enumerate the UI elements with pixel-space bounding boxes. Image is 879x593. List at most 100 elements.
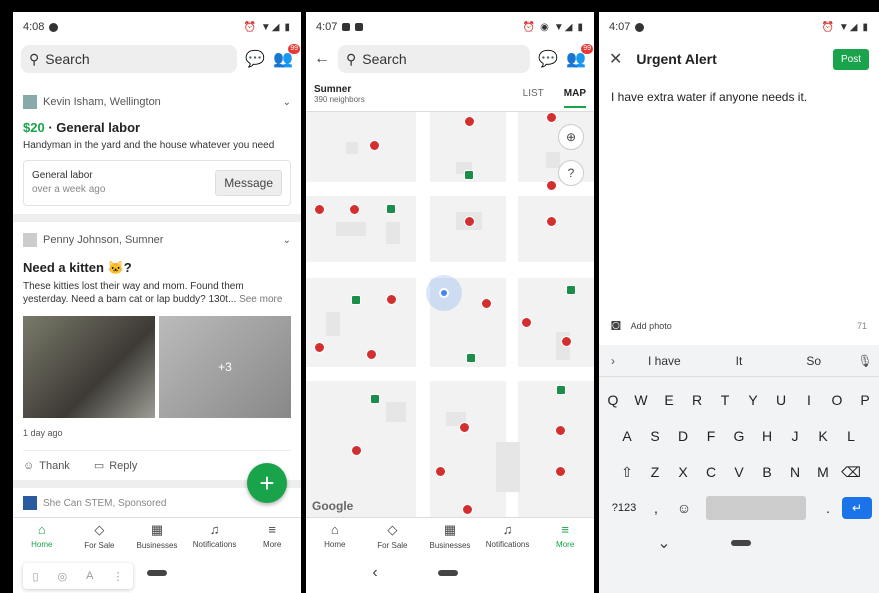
help-icon[interactable]: ? [558, 160, 584, 186]
more-vert-icon[interactable]: ⋮ [112, 570, 123, 583]
key[interactable]: O [823, 387, 851, 413]
nav-home[interactable]: ⌂ Home [14, 518, 70, 553]
mic-icon[interactable]: 🎙 [851, 354, 879, 368]
location-icon: ◉ [540, 21, 550, 33]
key[interactable]: N [781, 459, 809, 485]
suggestion[interactable]: It [702, 354, 777, 368]
key[interactable]: G [725, 423, 753, 449]
back-arrow-icon[interactable]: ← [314, 50, 330, 68]
avatar [23, 233, 37, 247]
reply-icon: ▭ [93, 460, 105, 472]
key[interactable]: R [683, 387, 711, 413]
post-button[interactable]: Post [832, 48, 869, 70]
home-pill[interactable] [730, 540, 751, 546]
key[interactable]: V [725, 459, 753, 485]
home-pill[interactable] [147, 570, 167, 576]
key[interactable]: C [697, 459, 725, 485]
back-icon[interactable]: ‹ [372, 564, 377, 582]
reply-button[interactable]: ▭ Reply [93, 459, 138, 473]
key[interactable]: M [809, 459, 837, 485]
key[interactable]: P [851, 387, 879, 413]
key[interactable]: I [795, 387, 823, 413]
post-author: Penny Johnson, Sumner [43, 234, 164, 246]
nav-home[interactable]: ⌂ Home [307, 518, 363, 553]
key[interactable]: K [809, 423, 837, 449]
nav-more[interactable]: ≡ More [537, 518, 593, 553]
bottom-nav: ⌂ Home ◇ For Sale ▦ Businesses ♫ Notificatio… [306, 517, 594, 553]
chevron-down-icon[interactable]: ⌄ [283, 97, 291, 108]
nav-notifications[interactable]: ♫ Notifications [480, 518, 536, 553]
nav-businesses[interactable]: ▦ Businesses [129, 518, 185, 553]
feed[interactable]: Kevin Isham, Wellington ⌄ $20 · General l… [13, 84, 301, 517]
key[interactable]: B [753, 459, 781, 485]
current-location-marker[interactable] [426, 275, 462, 311]
chat-icon[interactable]: 💬 [538, 49, 558, 69]
emoji-icon[interactable]: ☺ [670, 495, 698, 521]
nav-more[interactable]: ≡ More [244, 518, 300, 553]
add-post-button[interactable]: + [247, 463, 287, 503]
locate-me-icon[interactable]: ⊕ [558, 124, 584, 150]
kitten-photo[interactable] [23, 316, 155, 418]
comma-key[interactable]: , [642, 495, 670, 521]
key[interactable]: D [669, 423, 697, 449]
chat-icon[interactable]: 💬 [245, 49, 265, 69]
key[interactable]: Q [599, 387, 627, 413]
message-textarea[interactable]: I have extra water if anyone needs it. [599, 76, 879, 118]
shift-icon[interactable]: ⇧ [613, 459, 641, 485]
chevron-right-icon[interactable]: › [599, 354, 627, 368]
chevron-down-icon[interactable]: ⌄ [657, 533, 670, 553]
key[interactable]: T [711, 387, 739, 413]
nav-for-sale[interactable]: ◇ For Sale [364, 518, 420, 553]
key[interactable]: W [627, 387, 655, 413]
add-photo-button[interactable]: Add photo [631, 321, 672, 331]
post-title: · General labor [44, 120, 141, 135]
notifications-people-icon[interactable]: 👥 99 [566, 44, 593, 69]
close-icon[interactable]: ✕ [609, 49, 622, 69]
signal-icon: ▼◢ [553, 21, 574, 33]
translate-icon[interactable]: A [86, 570, 93, 582]
space-key[interactable] [706, 496, 806, 520]
key[interactable]: E [655, 387, 683, 413]
nav-businesses[interactable]: ▦ Businesses [422, 518, 478, 553]
post-card[interactable]: Kevin Isham, Wellington ⌄ $20 · General l… [13, 84, 301, 214]
symbols-key[interactable]: ?123 [606, 495, 642, 521]
listing-box[interactable]: General labor over a week ago Message [23, 160, 291, 206]
nav-label: Home [324, 540, 346, 549]
map-view[interactable]: ⊕ ? Google [306, 112, 594, 517]
notifications-people-icon[interactable]: 👥 99 [273, 44, 300, 69]
nav-notifications[interactable]: ♫ Notifications [187, 518, 243, 553]
key[interactable]: S [641, 423, 669, 449]
key[interactable]: F [697, 423, 725, 449]
backspace-icon[interactable]: ⌫ [837, 459, 865, 485]
suggestion[interactable]: So [776, 354, 851, 368]
search-bar[interactable]: ⚲ Search [338, 45, 531, 73]
key[interactable]: A [613, 423, 641, 449]
status-bar: 4:08 ⏰ ▼◢ ▮ [13, 12, 301, 42]
camera-icon[interactable]: ◙ [611, 317, 621, 335]
thank-button[interactable]: ☺ Thank [23, 459, 70, 472]
key[interactable]: L [837, 423, 865, 449]
bookmark-icon[interactable]: ▯ [32, 570, 38, 583]
key[interactable]: X [669, 459, 697, 485]
nav-label: Notifications [485, 540, 530, 549]
message-button[interactable]: Message [215, 170, 282, 196]
post-card[interactable]: Penny Johnson, Sumner ⌄ Need a kitten 🐱? … [13, 222, 301, 480]
nav-for-sale[interactable]: ◇ For Sale [71, 518, 127, 553]
avatar [23, 95, 37, 109]
period-key[interactable]: . [814, 495, 842, 521]
key[interactable]: Y [739, 387, 767, 413]
kitten-photo-more[interactable]: +3 [159, 316, 291, 418]
key[interactable]: J [781, 423, 809, 449]
key[interactable]: U [767, 387, 795, 413]
see-more-link[interactable]: See more [239, 294, 282, 305]
search-bar[interactable]: ⚲ Search [21, 45, 238, 73]
key[interactable]: Z [641, 459, 669, 485]
key[interactable]: H [753, 423, 781, 449]
suggestion[interactable]: I have [627, 354, 702, 368]
home-pill[interactable] [437, 570, 458, 576]
enter-icon[interactable]: ↵ [842, 497, 872, 519]
tab-list[interactable]: LIST [523, 88, 544, 99]
tab-map[interactable]: MAP [563, 88, 586, 108]
chevron-down-icon[interactable]: ⌄ [283, 235, 291, 246]
search-lens-icon[interactable]: ◎ [58, 570, 68, 583]
